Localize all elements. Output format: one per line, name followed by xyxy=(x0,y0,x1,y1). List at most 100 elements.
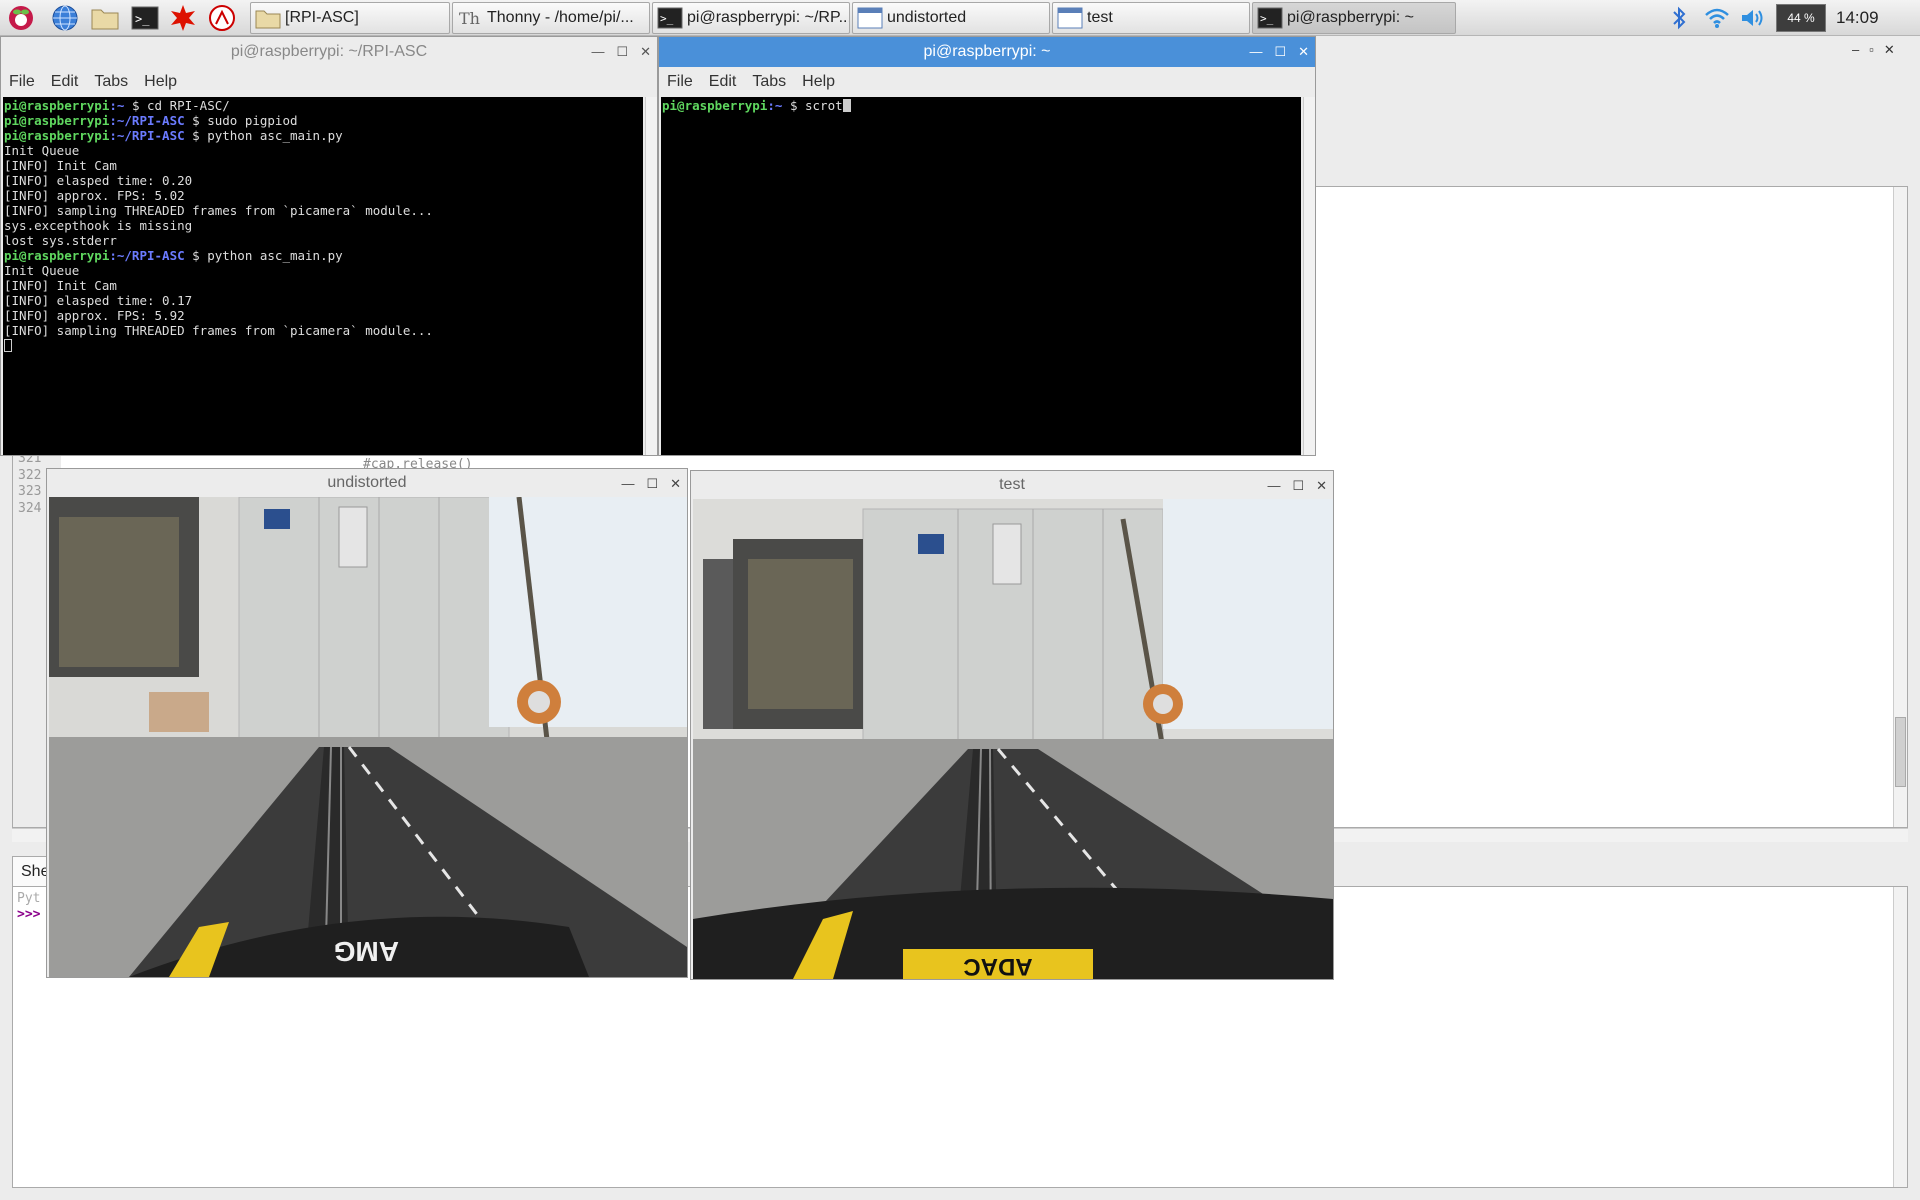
test-titlebar[interactable]: test — ☐ ✕ xyxy=(691,471,1333,499)
prompt-path: :~/RPI-ASC xyxy=(109,248,185,263)
close-icon[interactable]: ✕ xyxy=(1298,37,1309,67)
clock[interactable]: 14:09 xyxy=(1836,0,1879,36)
undistorted-titlebar[interactable]: undistorted — ☐ ✕ xyxy=(47,469,687,497)
terminal-icon: >_ xyxy=(1257,7,1283,29)
task-thonny[interactable]: Th Thonny - /home/pi/... xyxy=(452,2,650,34)
prompt-user: pi@raspberrypi xyxy=(4,248,110,263)
task-rpi-asc-folder[interactable]: [RPI-ASC] xyxy=(250,2,450,34)
prompt-user: pi@raspberrypi xyxy=(4,128,110,143)
wolfram-icon[interactable] xyxy=(168,3,198,33)
terminal1-scrollbar[interactable] xyxy=(645,97,657,455)
task-terminal-home[interactable]: >_ pi@raspberrypi: ~ xyxy=(1252,2,1456,34)
output-text: [INFO] elasped time: 0.20 xyxy=(4,173,193,188)
thonny-window-controls[interactable]: –▫✕ xyxy=(1852,42,1905,58)
mathematica-icon[interactable] xyxy=(207,3,237,33)
prompt-path: :~ xyxy=(767,98,783,113)
prompt-user: pi@raspberrypi xyxy=(4,113,110,128)
window-icon xyxy=(1057,7,1083,29)
prompt-path: :~/RPI-ASC xyxy=(109,113,185,128)
cpu-usage-monitor[interactable]: 44 % xyxy=(1776,4,1826,32)
prompt-command: $ python asc_main.py xyxy=(184,128,343,143)
terminal2-scrollbar[interactable] xyxy=(1303,97,1315,455)
menu-edit[interactable]: Edit xyxy=(51,73,79,91)
svg-text:Th: Th xyxy=(459,9,480,28)
terminal1-menubar: File Edit Tabs Help xyxy=(1,67,657,97)
output-text: sys.excepthook is missing xyxy=(4,218,193,233)
terminal2-menubar: File Edit Tabs Help xyxy=(659,67,1315,97)
maximize-icon[interactable]: ☐ xyxy=(616,37,628,67)
close-icon[interactable]: ✕ xyxy=(670,470,681,498)
taskbar: >_ [RPI-ASC] Th Thonny - /home/pi/... >_… xyxy=(0,0,1920,36)
task-label: test xyxy=(1087,9,1113,26)
output-text: [INFO] sampling THREADED frames from `pi… xyxy=(4,203,433,218)
shell-vertical-scrollbar[interactable] xyxy=(1893,887,1907,1187)
minimize-icon[interactable]: — xyxy=(1267,472,1280,500)
output-text: [INFO] Init Cam xyxy=(4,278,117,293)
menu-file[interactable]: File xyxy=(9,73,35,91)
terminal-line: [INFO] approx. FPS: 5.92 xyxy=(4,308,642,323)
terminal1-titlebar[interactable]: pi@raspberrypi: ~/RPI-ASC — ☐ ✕ xyxy=(1,37,657,67)
test-window[interactable]: test — ☐ ✕ ADAC xyxy=(690,470,1334,980)
close-icon[interactable]: ✕ xyxy=(640,37,651,67)
task-test[interactable]: test xyxy=(1052,2,1250,34)
output-text: [INFO] elasped time: 0.17 xyxy=(4,293,193,308)
terminal-window-rpi-asc[interactable]: pi@raspberrypi: ~/RPI-ASC — ☐ ✕ File Edi… xyxy=(0,36,658,456)
editor-scroll-thumb[interactable] xyxy=(1895,717,1906,787)
menu-tabs[interactable]: Tabs xyxy=(94,73,128,91)
minimize-icon[interactable]: — xyxy=(621,470,634,498)
menu-edit[interactable]: Edit xyxy=(709,73,737,91)
window-title: pi@raspberrypi: ~/RPI-ASC xyxy=(230,43,428,60)
task-undistorted[interactable]: undistorted xyxy=(852,2,1050,34)
output-text: [INFO] sampling THREADED frames from `pi… xyxy=(4,323,433,338)
terminal-icon: >_ xyxy=(657,7,683,29)
window-title: undistorted xyxy=(327,474,407,491)
bluetooth-icon[interactable] xyxy=(1666,0,1692,36)
prompt-command: $ sudo pigpiod xyxy=(184,113,298,128)
editor-vertical-scrollbar[interactable] xyxy=(1893,187,1907,827)
minimize-icon[interactable]: — xyxy=(1249,37,1262,67)
menu-tabs[interactable]: Tabs xyxy=(752,73,786,91)
shell-prompt: >>> xyxy=(17,907,41,922)
text-cursor xyxy=(4,339,12,352)
menu-help[interactable]: Help xyxy=(144,73,177,91)
task-label: pi@raspberrypi: ~ xyxy=(1287,9,1414,26)
minimize-icon[interactable]: — xyxy=(591,37,604,67)
output-text: [INFO] Init Cam xyxy=(4,158,117,173)
close-icon[interactable]: ✕ xyxy=(1316,472,1327,500)
task-label: Thonny - /home/pi/... xyxy=(487,9,634,26)
terminal-window-home[interactable]: pi@raspberrypi: ~ — ☐ ✕ File Edit Tabs H… xyxy=(658,36,1316,456)
maximize-icon[interactable]: ☐ xyxy=(646,470,658,498)
output-text: lost sys.stderr xyxy=(4,233,117,248)
prompt-user: pi@raspberrypi xyxy=(662,98,768,113)
terminal-line: [INFO] sampling THREADED frames from `pi… xyxy=(4,203,642,218)
car-hood-logo: AMG xyxy=(334,936,399,967)
menu-help[interactable]: Help xyxy=(802,73,835,91)
shell-banner: Pyt xyxy=(17,891,41,906)
window-title: pi@raspberrypi: ~ xyxy=(923,43,1051,60)
task-label: pi@raspberrypi: ~/RP... xyxy=(687,9,850,26)
svg-text:>_: >_ xyxy=(1260,12,1274,25)
prompt-command: $ python asc_main.py xyxy=(184,248,343,263)
file-manager-icon[interactable] xyxy=(90,3,120,33)
raspberry-menu-icon[interactable] xyxy=(6,3,36,33)
terminal-line: Init Queue xyxy=(4,143,642,158)
terminal1-output[interactable]: pi@raspberrypi:~ $ cd RPI-ASC/pi@raspber… xyxy=(3,97,643,455)
camera-image-undistorted: AMG xyxy=(49,497,687,977)
terminal2-titlebar[interactable]: pi@raspberrypi: ~ — ☐ ✕ xyxy=(659,37,1315,67)
undistorted-window[interactable]: undistorted — ☐ ✕ AMG xyxy=(46,468,688,978)
task-terminal-rpi-asc[interactable]: >_ pi@raspberrypi: ~/RP... xyxy=(652,2,850,34)
web-browser-icon[interactable] xyxy=(50,3,80,33)
output-text: [INFO] approx. FPS: 5.02 xyxy=(4,188,185,203)
terminal-line: [INFO] Init Cam xyxy=(4,278,642,293)
menu-file[interactable]: File xyxy=(667,73,693,91)
volume-icon[interactable] xyxy=(1738,0,1768,36)
maximize-icon[interactable]: ☐ xyxy=(1274,37,1286,67)
terminal2-output[interactable]: pi@raspberrypi:~ $ scrot xyxy=(661,97,1301,455)
terminal-icon[interactable]: >_ xyxy=(130,3,160,33)
text-cursor xyxy=(842,99,851,112)
prompt-path: :~ xyxy=(109,98,125,113)
wifi-icon[interactable] xyxy=(1702,0,1732,36)
maximize-icon[interactable]: ☐ xyxy=(1292,472,1304,500)
prompt-command: $ scrot xyxy=(782,98,843,113)
thonny-icon: Th xyxy=(457,7,483,29)
